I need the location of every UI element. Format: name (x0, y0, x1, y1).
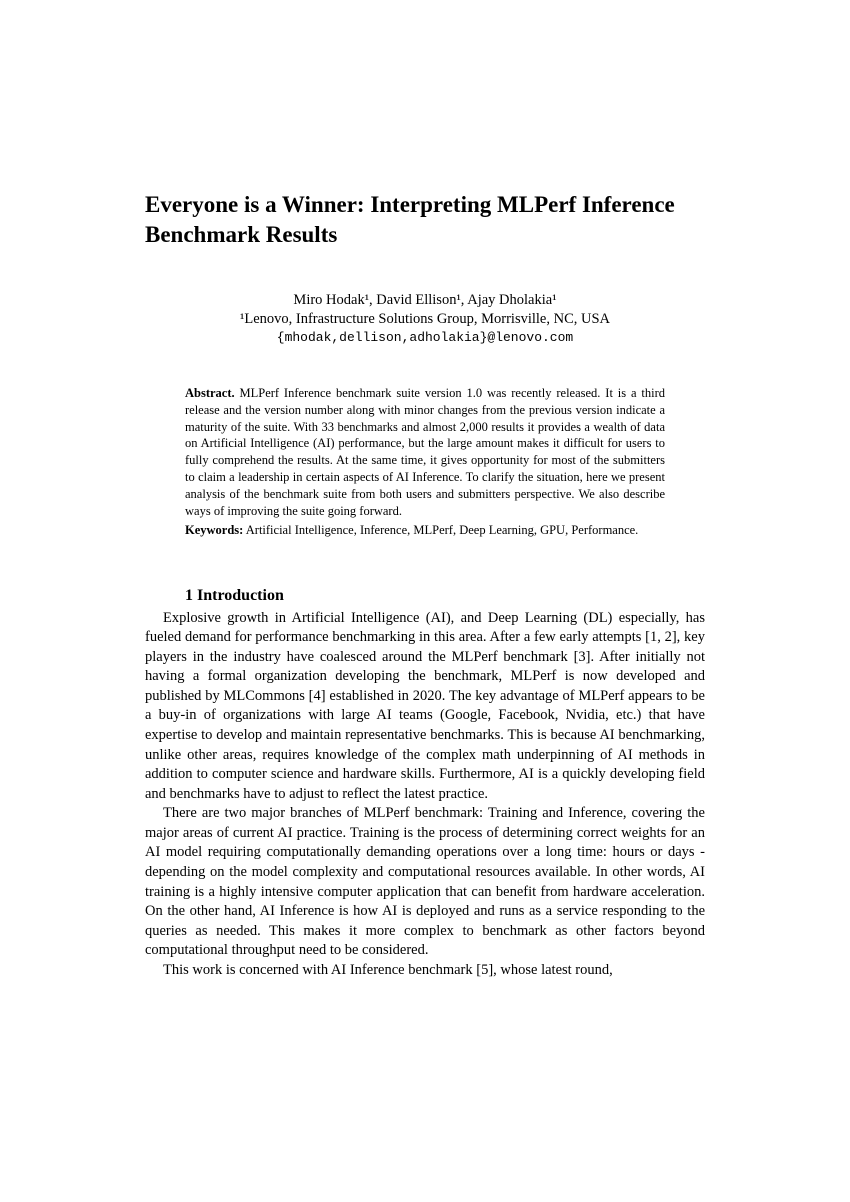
authors-line: Miro Hodak¹, David Ellison¹, Ajay Dholak… (145, 292, 705, 309)
keywords-label: Keywords: (185, 523, 243, 537)
paper-page: Everyone is a Winner: Interpreting MLPer… (0, 0, 850, 1040)
paragraph-1: Explosive growth in Artificial Intellige… (145, 609, 705, 805)
body-text: Explosive growth in Artificial Intellige… (145, 609, 705, 981)
abstract-label: Abstract. (185, 386, 235, 400)
abstract-block: Abstract. MLPerf Inference benchmark sui… (185, 385, 665, 539)
paragraph-2: There are two major branches of MLPerf b… (145, 804, 705, 961)
keywords-text: Artificial Intelligence, Inference, MLPe… (243, 523, 638, 537)
abstract-text: MLPerf Inference benchmark suite version… (185, 386, 665, 518)
section-heading-introduction: 1 Introduction (185, 587, 705, 605)
paragraph-3: This work is concerned with AI Inference… (145, 961, 705, 981)
affiliation-line: ¹Lenovo, Infrastructure Solutions Group,… (145, 311, 705, 328)
emails-line: {mhodak,dellison,adholakia}@lenovo.com (145, 330, 705, 345)
paper-title: Everyone is a Winner: Interpreting MLPer… (145, 190, 705, 250)
